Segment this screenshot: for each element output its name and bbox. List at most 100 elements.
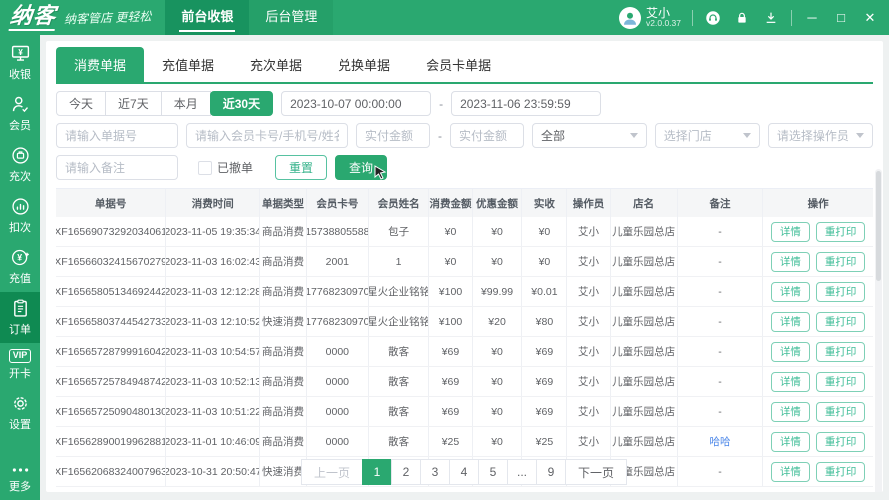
cell-time: 2023-11-03 12:10:52 <box>166 307 260 336</box>
detail-button[interactable]: 详情 <box>771 372 810 392</box>
page-button[interactable]: 2 <box>391 459 421 485</box>
nav-tab-backend[interactable]: 后台管理 <box>249 0 333 35</box>
cell-amount: ¥69 <box>429 397 472 426</box>
table-header: 单据号 消费时间 单据类型 会员卡号 会员姓名 消费金额 优惠金额 实收 操作员… <box>56 189 873 217</box>
cell-amount: ¥0 <box>429 247 472 276</box>
detail-button[interactable]: 详情 <box>771 252 810 272</box>
cell-discount: ¥99.99 <box>473 277 523 306</box>
page-button[interactable]: 9 <box>536 459 566 485</box>
page-button[interactable]: 5 <box>478 459 508 485</box>
page-button[interactable]: 4 <box>449 459 479 485</box>
detail-button[interactable]: 详情 <box>771 312 810 332</box>
user-info[interactable]: 艾小 v2.0.0.37 <box>619 7 681 29</box>
range-7days-button[interactable]: 近7天 <box>105 91 162 116</box>
detail-button[interactable]: 详情 <box>771 342 810 362</box>
tab-recharge-orders[interactable]: 充值单据 <box>144 47 232 82</box>
app-window: 纳客 纳客管店 更轻松 前台收银 后台管理 艾小 v2.0.0.37 <box>0 0 889 500</box>
cell-card: 0000 <box>307 367 369 396</box>
sidebar-item-more[interactable]: 更多 <box>0 458 40 500</box>
nav-tab-front-cashier[interactable]: 前台收银 <box>165 0 249 35</box>
detail-button[interactable]: 详情 <box>771 222 810 242</box>
reprint-button[interactable]: 重打印 <box>816 372 866 392</box>
prev-page-button[interactable]: 上一页 <box>301 459 363 485</box>
col-paid: 实收 <box>522 189 567 217</box>
cell-card: 0000 <box>307 337 369 366</box>
reset-button[interactable]: 重置 <box>275 155 327 180</box>
range-today-button[interactable]: 今天 <box>56 91 106 116</box>
cell-remark: - <box>678 277 764 306</box>
brand-slogan: 纳客管店 更轻松 <box>64 7 152 27</box>
cancelled-checkbox-wrap[interactable]: 已撤单 <box>198 159 253 176</box>
lock-icon[interactable] <box>733 9 751 27</box>
sidebar-item-vip-card[interactable]: VIP 开卡 <box>0 343 40 387</box>
amount-min-input[interactable] <box>356 123 430 148</box>
cell-paid: ¥69 <box>522 397 567 426</box>
detail-button[interactable]: 详情 <box>771 402 810 422</box>
cell-store: 儿童乐园总店 <box>611 427 678 456</box>
cancelled-checkbox-label: 已撤单 <box>217 159 253 176</box>
cell-type: 商品消费 <box>260 367 307 396</box>
customer-service-icon[interactable] <box>704 9 722 27</box>
page-button[interactable]: 1 <box>362 459 392 485</box>
divider <box>692 10 693 26</box>
sidebar-item-orders[interactable]: 订单 <box>0 292 40 343</box>
app-version: v2.0.0.37 <box>646 19 681 28</box>
sidebar-item-deduct-times[interactable]: 扣次 <box>0 190 40 241</box>
tab-exchange-orders[interactable]: 兑换单据 <box>320 47 408 82</box>
reprint-button[interactable]: 重打印 <box>816 252 866 272</box>
range-30days-button[interactable]: 近30天 <box>210 91 273 116</box>
order-no-input[interactable] <box>56 123 178 148</box>
cell-order-id: XF16562890019962881 <box>56 427 166 456</box>
tab-times-orders[interactable]: 充次单据 <box>232 47 320 82</box>
col-discount: 优惠金额 <box>473 189 523 217</box>
type-select[interactable]: 全部 <box>532 123 647 148</box>
page-button[interactable]: ... <box>507 459 537 485</box>
reprint-button[interactable]: 重打印 <box>816 282 866 302</box>
date-to-input[interactable] <box>451 91 601 116</box>
cell-type: 商品消费 <box>260 247 307 276</box>
col-actions: 操作 <box>763 189 872 217</box>
download-icon[interactable] <box>762 9 780 27</box>
tab-consume-orders[interactable]: 消费单据 <box>56 47 144 82</box>
member-search-input[interactable] <box>186 123 348 148</box>
amount-max-input[interactable] <box>450 123 524 148</box>
reprint-button[interactable]: 重打印 <box>816 312 866 332</box>
remark-input[interactable] <box>56 155 178 180</box>
sidebar-item-cashier[interactable]: ¥ 收银 <box>0 37 40 88</box>
page-list: 12345...9 <box>363 459 566 485</box>
cell-operator: 艾小 <box>567 337 610 366</box>
scrollbar-track[interactable] <box>875 169 882 492</box>
cell-actions: 详情 重打印 <box>763 217 872 246</box>
sidebar-item-settings[interactable]: 设置 <box>0 387 40 438</box>
cell-order-id: XF16565728799916042 <box>56 337 166 366</box>
reprint-button[interactable]: 重打印 <box>816 342 866 362</box>
scrollbar-thumb[interactable] <box>876 171 881 281</box>
cell-amount: ¥100 <box>429 277 472 306</box>
maximize-button[interactable]: □ <box>832 9 850 27</box>
cell-amount: ¥69 <box>429 367 472 396</box>
sidebar-item-recharge[interactable]: ¥ 充值 <box>0 241 40 292</box>
detail-button[interactable]: 详情 <box>771 282 810 302</box>
cancelled-checkbox[interactable] <box>198 161 212 175</box>
cell-order-id: XF16565725090480130 <box>56 397 166 426</box>
sidebar-item-member[interactable]: 会员 <box>0 88 40 139</box>
reprint-button[interactable]: 重打印 <box>816 402 866 422</box>
sidebar-item-recharge-times[interactable]: 充次 <box>0 139 40 190</box>
tab-member-card-orders[interactable]: 会员卡单据 <box>408 47 509 82</box>
date-from-input[interactable] <box>281 91 431 116</box>
page-button[interactable]: 3 <box>420 459 450 485</box>
operator-select[interactable]: 请选择操作员 <box>768 123 873 148</box>
reprint-button[interactable]: 重打印 <box>816 222 866 242</box>
range-month-button[interactable]: 本月 <box>161 91 211 116</box>
chevron-down-icon <box>856 133 864 138</box>
search-button[interactable]: 查询 <box>335 155 387 180</box>
cell-store: 儿童乐园总店 <box>611 217 678 246</box>
cell-name: 星火企业铭铭 <box>369 307 429 336</box>
reprint-button[interactable]: 重打印 <box>816 432 866 452</box>
close-button[interactable]: ✕ <box>861 9 879 27</box>
minimize-button[interactable]: ─ <box>803 9 821 27</box>
store-select[interactable]: 选择门店 <box>655 123 760 148</box>
next-page-button[interactable]: 下一页 <box>565 459 627 485</box>
detail-button[interactable]: 详情 <box>771 432 810 452</box>
avatar[interactable] <box>619 7 641 29</box>
